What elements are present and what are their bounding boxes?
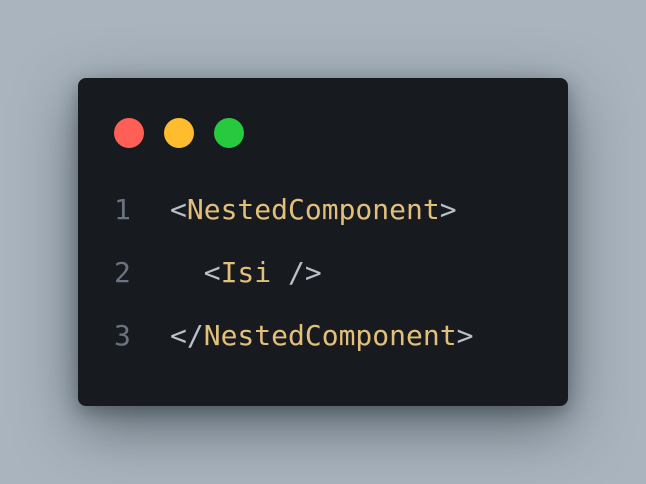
code-line: 1 <NestedComponent> <box>114 188 473 251</box>
code-content: <Isi /> <box>170 251 322 314</box>
code-block: 1 <NestedComponent> 2 <Isi /> 3 </Nested… <box>114 188 473 377</box>
line-number: 1 <box>114 193 131 226</box>
code-line: 3 </NestedComponent> <box>114 314 473 377</box>
maximize-dot-icon[interactable] <box>214 118 244 148</box>
close-dot-icon[interactable] <box>114 118 144 148</box>
component-name: Isi <box>220 256 272 289</box>
open-bracket: </ <box>170 319 204 352</box>
close-bracket: /> <box>271 256 322 289</box>
code-window: 1 <NestedComponent> 2 <Isi /> 3 </Nested… <box>78 78 568 406</box>
window-controls <box>114 118 244 148</box>
component-name: NestedComponent <box>186 193 440 226</box>
code-content: <NestedComponent> <box>170 188 457 251</box>
open-bracket: < <box>203 256 221 289</box>
component-name: NestedComponent <box>203 319 457 352</box>
line-number: 2 <box>114 256 131 289</box>
minimize-dot-icon[interactable] <box>164 118 194 148</box>
open-bracket: < <box>170 193 187 226</box>
code-line: 2 <Isi /> <box>114 251 473 314</box>
close-bracket: > <box>456 319 474 352</box>
close-bracket: > <box>439 193 457 226</box>
line-number: 3 <box>114 319 131 352</box>
code-content: </NestedComponent> <box>170 314 473 377</box>
